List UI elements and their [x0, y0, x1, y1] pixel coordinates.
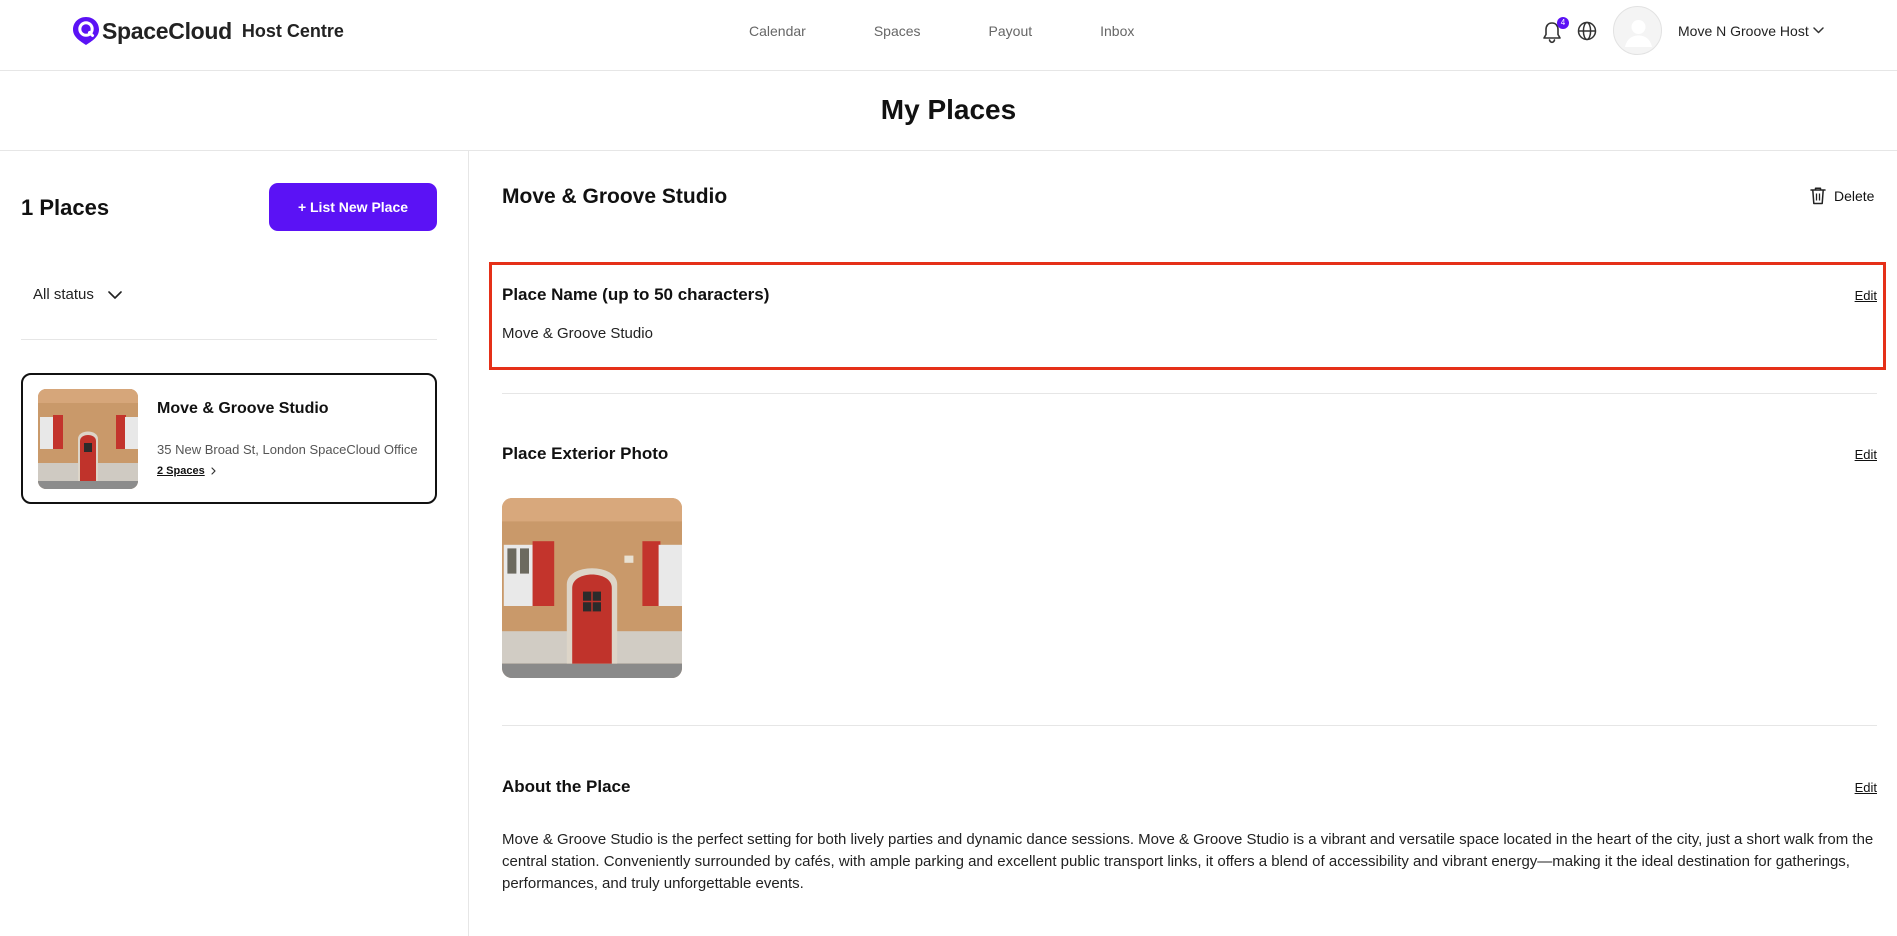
- section-divider: [502, 725, 1877, 726]
- trash-icon: [1810, 187, 1826, 205]
- delete-label: Delete: [1834, 187, 1875, 204]
- exterior-photo-section-title: Place Exterior Photo: [502, 444, 669, 463]
- list-new-place-button[interactable]: + List New Place: [269, 183, 437, 231]
- place-card-spaces-link[interactable]: 2 Spaces: [157, 465, 216, 477]
- place-detail-title: Move & Groove Studio: [502, 185, 728, 208]
- place-card[interactable]: Move & Groove Studio 35 New Broad St, Lo…: [21, 373, 437, 504]
- nav-payout[interactable]: Payout: [989, 22, 1033, 40]
- sidebar-divider: [21, 339, 437, 340]
- nav-calendar[interactable]: Calendar: [749, 22, 806, 40]
- exterior-photo-image: [502, 498, 682, 678]
- edit-exterior-photo-link[interactable]: Edit: [1855, 447, 1877, 462]
- brand-subtitle: Host Centre: [241, 20, 344, 41]
- edit-place-name-link[interactable]: Edit: [1855, 288, 1877, 303]
- places-count: 1 Places: [21, 195, 110, 220]
- avatar[interactable]: [1613, 6, 1662, 55]
- place-name-value: Move & Groove Studio: [502, 325, 653, 342]
- spacecloud-logo-icon: [73, 17, 99, 45]
- globe-icon[interactable]: [1577, 21, 1597, 41]
- place-name-section-title: Place Name (up to 50 characters): [502, 285, 770, 304]
- place-card-title: Move & Groove Studio: [157, 400, 329, 417]
- place-photo-image: [38, 389, 138, 489]
- chevron-down-icon[interactable]: [1813, 27, 1824, 34]
- about-section-title: About the Place: [502, 777, 631, 796]
- brand-name: SpaceCloud: [102, 17, 232, 44]
- edit-about-link[interactable]: Edit: [1855, 780, 1877, 795]
- user-menu-name[interactable]: Move N Groove Host: [1678, 23, 1809, 39]
- exterior-photo: [502, 498, 682, 678]
- top-bar: SpaceCloud Host Centre Calendar Spaces P…: [0, 0, 1897, 71]
- spaces-link-label: 2 Spaces: [157, 465, 205, 477]
- user-placeholder-icon: [1625, 20, 1652, 47]
- place-card-address: 35 New Broad St, London SpaceCloud Offic…: [157, 442, 418, 457]
- nav-inbox[interactable]: Inbox: [1100, 22, 1134, 40]
- section-divider: [502, 393, 1877, 394]
- nav-spaces[interactable]: Spaces: [874, 22, 921, 40]
- chevron-down-icon: [108, 290, 122, 299]
- main-nav: Calendar Spaces Payout Inbox: [749, 22, 1202, 40]
- place-thumbnail: [38, 389, 138, 489]
- status-filter-dropdown[interactable]: All status: [33, 286, 122, 303]
- status-filter-label: All status: [33, 286, 94, 303]
- page-title: My Places: [880, 94, 1017, 125]
- brand[interactable]: SpaceCloud Host Centre: [72, 16, 344, 46]
- places-sidebar: 1 Places + List New Place All status Mov…: [0, 151, 469, 936]
- notification-badge: 4: [1557, 17, 1569, 29]
- delete-button[interactable]: Delete: [1809, 186, 1874, 205]
- page-title-band: My Places: [0, 71, 1897, 151]
- chevron-right-icon: [211, 467, 216, 475]
- place-name-highlight: [489, 262, 1886, 370]
- about-description: Move & Groove Studio is the perfect sett…: [502, 831, 1874, 892]
